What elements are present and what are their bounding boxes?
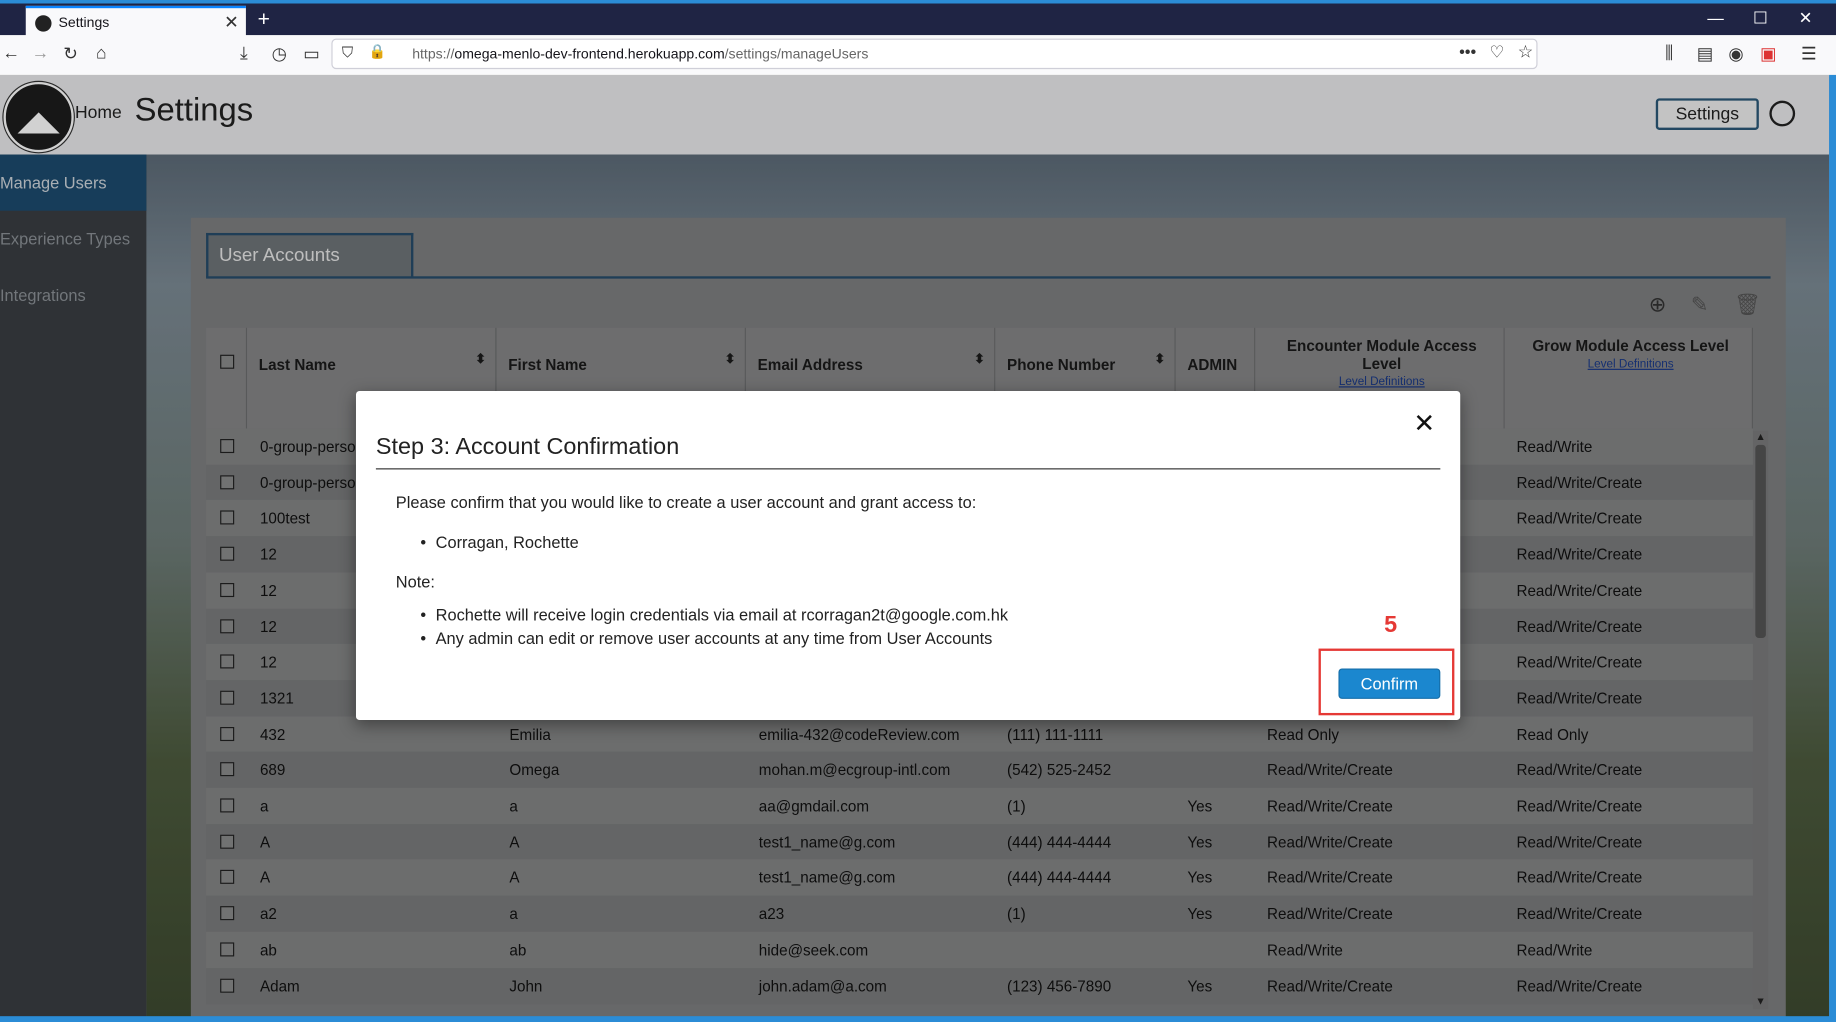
- note-item-credentials: Rochette will receive login credentials …: [420, 605, 1008, 624]
- minimize-icon[interactable]: —: [1707, 8, 1723, 27]
- close-icon[interactable]: ✕: [1413, 409, 1435, 439]
- user-name-item: Corragan, Rochette: [420, 533, 578, 552]
- history-icon[interactable]: ◷: [272, 43, 287, 64]
- back-icon[interactable]: ←: [2, 43, 20, 63]
- window-border: [1829, 74, 1836, 1022]
- downloads-icon[interactable]: ⤓: [240, 43, 248, 63]
- forward-icon[interactable]: →: [32, 43, 50, 63]
- bookmark-star-icon[interactable]: ☆: [1518, 41, 1534, 62]
- maximize-icon[interactable]: ☐: [1753, 8, 1768, 28]
- window-border: [0, 1016, 1836, 1022]
- note-item-admin: Any admin can edit or remove user accoun…: [420, 629, 992, 648]
- tab-title: Settings: [58, 14, 110, 31]
- favicon-icon: [35, 15, 52, 32]
- browser-tab[interactable]: Settings ✕: [25, 5, 246, 39]
- home-icon[interactable]: ⌂: [96, 43, 107, 63]
- dialog-intro: Please confirm that you would like to cr…: [395, 492, 977, 512]
- confirmation-dialog: Step 3: Account Confirmation ✕ Please co…: [355, 391, 1461, 720]
- dialog-title: Step 3: Account Confirmation: [375, 434, 680, 461]
- reload-icon[interactable]: ↻: [63, 43, 78, 64]
- screen: Settings ✕ + — ☐ ✕ ← → ↻ ⌂ ⤓ ◷ ▭ ⛉ 🔒 htt…: [0, 0, 1836, 1022]
- shield-icon[interactable]: ⛉: [342, 43, 353, 62]
- divider: [375, 468, 1441, 470]
- annotation-step-number: 5: [1384, 612, 1398, 639]
- pocket-icon[interactable]: ♡: [1490, 42, 1505, 62]
- close-tab-icon[interactable]: ✕: [224, 12, 239, 33]
- folder-icon[interactable]: ▭: [303, 43, 320, 64]
- lock-icon: 🔒: [368, 43, 387, 60]
- sidebar-toggle-icon[interactable]: ▤: [1697, 43, 1714, 64]
- note-label: Note:: [395, 572, 435, 592]
- browser-titlebar: Settings ✕ + — ☐ ✕: [0, 0, 1836, 39]
- extension-icon[interactable]: ▣: [1760, 43, 1777, 64]
- account-icon[interactable]: ◉: [1728, 43, 1743, 64]
- menu-icon[interactable]: ☰: [1801, 43, 1817, 64]
- address-bar[interactable]: ⛉ 🔒 https://omega-menlo-dev-frontend.her…: [331, 38, 1538, 70]
- new-tab-icon[interactable]: +: [258, 7, 270, 32]
- library-icon[interactable]: ⫼: [1665, 43, 1673, 63]
- browser-navbar: ← → ↻ ⌂ ⤓ ◷ ▭ ⛉ 🔒 https://omega-menlo-de…: [0, 35, 1836, 77]
- annotation-highlight-box: [1318, 648, 1455, 716]
- close-window-icon[interactable]: ✕: [1799, 8, 1813, 28]
- url-text: https://omega-menlo-dev-frontend.herokua…: [412, 45, 869, 63]
- more-icon[interactable]: •••: [1459, 42, 1476, 61]
